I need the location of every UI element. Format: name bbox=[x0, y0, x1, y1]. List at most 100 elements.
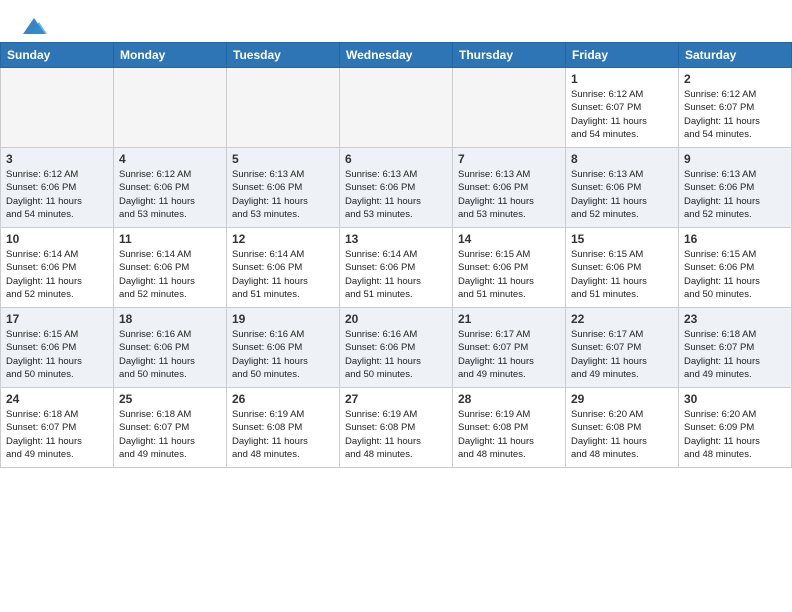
day-info: Sunrise: 6:19 AM Sunset: 6:08 PM Dayligh… bbox=[232, 408, 334, 461]
col-sunday: Sunday bbox=[1, 43, 114, 68]
table-row: 11Sunrise: 6:14 AM Sunset: 6:06 PM Dayli… bbox=[114, 228, 227, 308]
day-number: 15 bbox=[571, 232, 673, 246]
day-info: Sunrise: 6:13 AM Sunset: 6:06 PM Dayligh… bbox=[345, 168, 447, 221]
day-number: 24 bbox=[6, 392, 108, 406]
table-row: 13Sunrise: 6:14 AM Sunset: 6:06 PM Dayli… bbox=[340, 228, 453, 308]
table-row: 19Sunrise: 6:16 AM Sunset: 6:06 PM Dayli… bbox=[227, 308, 340, 388]
day-info: Sunrise: 6:15 AM Sunset: 6:06 PM Dayligh… bbox=[458, 248, 560, 301]
day-info: Sunrise: 6:19 AM Sunset: 6:08 PM Dayligh… bbox=[458, 408, 560, 461]
table-row: 30 Sunrise: 6:20 AM Sunset: 6:09 PM Dayli… bbox=[679, 388, 792, 468]
table-row bbox=[340, 68, 453, 148]
table-row: 21 Sunrise: 6:17 AM Sunset: 6:07 PM Dayli… bbox=[453, 308, 566, 388]
table-row bbox=[453, 68, 566, 148]
col-saturday: Saturday bbox=[679, 43, 792, 68]
day-number: 6 bbox=[345, 152, 447, 166]
day-number: 12 bbox=[232, 232, 334, 246]
day-info: Sunrise: 6:12 AM Sunset: 6:06 PM Dayligh… bbox=[119, 168, 221, 221]
day-info: Sunrise: 6:14 AM Sunset: 6:06 PM Dayligh… bbox=[6, 248, 108, 301]
day-info: Sunrise: 6:14 AM Sunset: 6:06 PM Dayligh… bbox=[345, 248, 447, 301]
table-row: 12 Sunrise: 6:14 AM Sunset: 6:06 PM Dayli… bbox=[227, 228, 340, 308]
day-info: Sunrise: 6:20 AM Sunset: 6:08 PM Dayligh… bbox=[571, 408, 673, 461]
day-number: 19 bbox=[232, 312, 334, 326]
calendar-week-row: 3Sunrise: 6:12 AM Sunset: 6:06 PM Daylig… bbox=[1, 148, 792, 228]
day-info: Sunrise: 6:12 AM Sunset: 6:07 PM Dayligh… bbox=[571, 88, 673, 141]
day-number: 27 bbox=[345, 392, 447, 406]
day-number: 21 bbox=[458, 312, 560, 326]
col-thursday: Thursday bbox=[453, 43, 566, 68]
table-row bbox=[227, 68, 340, 148]
day-number: 14 bbox=[458, 232, 560, 246]
table-row: 25Sunrise: 6:18 AM Sunset: 6:07 PM Dayli… bbox=[114, 388, 227, 468]
calendar-table: Sunday Monday Tuesday Wednesday Thursday… bbox=[0, 42, 792, 468]
col-wednesday: Wednesday bbox=[340, 43, 453, 68]
table-row: 27 Sunrise: 6:19 AM Sunset: 6:08 PM Dayli… bbox=[340, 388, 453, 468]
day-number: 17 bbox=[6, 312, 108, 326]
table-row: 10Sunrise: 6:14 AM Sunset: 6:06 PM Dayli… bbox=[1, 228, 114, 308]
logo-icon bbox=[21, 16, 47, 38]
day-info: Sunrise: 6:20 AM Sunset: 6:09 PM Dayligh… bbox=[684, 408, 786, 461]
day-info: Sunrise: 6:14 AM Sunset: 6:06 PM Dayligh… bbox=[232, 248, 334, 301]
table-row: 20 Sunrise: 6:16 AM Sunset: 6:06 PM Dayli… bbox=[340, 308, 453, 388]
col-monday: Monday bbox=[114, 43, 227, 68]
day-info: Sunrise: 6:16 AM Sunset: 6:06 PM Dayligh… bbox=[119, 328, 221, 381]
day-info: Sunrise: 6:15 AM Sunset: 6:06 PM Dayligh… bbox=[684, 248, 786, 301]
table-row: 17 Sunrise: 6:15 AM Sunset: 6:06 PM Dayli… bbox=[1, 308, 114, 388]
table-row: 26 Sunrise: 6:19 AM Sunset: 6:08 PM Dayli… bbox=[227, 388, 340, 468]
calendar-week-row: 24 Sunrise: 6:18 AM Sunset: 6:07 PM Dayli… bbox=[1, 388, 792, 468]
day-info: Sunrise: 6:12 AM Sunset: 6:07 PM Dayligh… bbox=[684, 88, 786, 141]
page: Sunday Monday Tuesday Wednesday Thursday… bbox=[0, 0, 792, 612]
day-info: Sunrise: 6:17 AM Sunset: 6:07 PM Dayligh… bbox=[571, 328, 673, 381]
day-number: 4 bbox=[119, 152, 221, 166]
table-row: 1 Sunrise: 6:12 AM Sunset: 6:07 PM Daylig… bbox=[566, 68, 679, 148]
day-info: Sunrise: 6:12 AM Sunset: 6:06 PM Dayligh… bbox=[6, 168, 108, 221]
day-info: Sunrise: 6:13 AM Sunset: 6:06 PM Dayligh… bbox=[232, 168, 334, 221]
table-row: 6 Sunrise: 6:13 AM Sunset: 6:06 PM Daylig… bbox=[340, 148, 453, 228]
table-row: 7Sunrise: 6:13 AM Sunset: 6:06 PM Daylig… bbox=[453, 148, 566, 228]
day-info: Sunrise: 6:17 AM Sunset: 6:07 PM Dayligh… bbox=[458, 328, 560, 381]
calendar-week-row: 1 Sunrise: 6:12 AM Sunset: 6:07 PM Daylig… bbox=[1, 68, 792, 148]
table-row: 2Sunrise: 6:12 AM Sunset: 6:07 PM Daylig… bbox=[679, 68, 792, 148]
table-row: 18 Sunrise: 6:16 AM Sunset: 6:06 PM Dayli… bbox=[114, 308, 227, 388]
day-number: 26 bbox=[232, 392, 334, 406]
day-number: 30 bbox=[684, 392, 786, 406]
day-number: 8 bbox=[571, 152, 673, 166]
day-number: 11 bbox=[119, 232, 221, 246]
table-row: 28Sunrise: 6:19 AM Sunset: 6:08 PM Dayli… bbox=[453, 388, 566, 468]
day-info: Sunrise: 6:13 AM Sunset: 6:06 PM Dayligh… bbox=[571, 168, 673, 221]
col-friday: Friday bbox=[566, 43, 679, 68]
day-number: 18 bbox=[119, 312, 221, 326]
day-number: 9 bbox=[684, 152, 786, 166]
day-info: Sunrise: 6:18 AM Sunset: 6:07 PM Dayligh… bbox=[6, 408, 108, 461]
table-row: 23 Sunrise: 6:18 AM Sunset: 6:07 PM Dayli… bbox=[679, 308, 792, 388]
day-info: Sunrise: 6:19 AM Sunset: 6:08 PM Dayligh… bbox=[345, 408, 447, 461]
day-number: 22 bbox=[571, 312, 673, 326]
day-number: 23 bbox=[684, 312, 786, 326]
table-row: 29 Sunrise: 6:20 AM Sunset: 6:08 PM Dayli… bbox=[566, 388, 679, 468]
day-info: Sunrise: 6:18 AM Sunset: 6:07 PM Dayligh… bbox=[684, 328, 786, 381]
day-number: 20 bbox=[345, 312, 447, 326]
day-info: Sunrise: 6:13 AM Sunset: 6:06 PM Dayligh… bbox=[684, 168, 786, 221]
calendar-week-row: 10Sunrise: 6:14 AM Sunset: 6:06 PM Dayli… bbox=[1, 228, 792, 308]
day-info: Sunrise: 6:15 AM Sunset: 6:06 PM Dayligh… bbox=[571, 248, 673, 301]
calendar-week-row: 17 Sunrise: 6:15 AM Sunset: 6:06 PM Dayli… bbox=[1, 308, 792, 388]
table-row: 5 Sunrise: 6:13 AM Sunset: 6:06 PM Daylig… bbox=[227, 148, 340, 228]
day-number: 7 bbox=[458, 152, 560, 166]
day-info: Sunrise: 6:15 AM Sunset: 6:06 PM Dayligh… bbox=[6, 328, 108, 381]
table-row bbox=[114, 68, 227, 148]
table-row: 9 Sunrise: 6:13 AM Sunset: 6:06 PM Daylig… bbox=[679, 148, 792, 228]
table-row bbox=[1, 68, 114, 148]
day-number: 1 bbox=[571, 72, 673, 86]
day-number: 29 bbox=[571, 392, 673, 406]
col-tuesday: Tuesday bbox=[227, 43, 340, 68]
header bbox=[0, 0, 792, 42]
day-number: 16 bbox=[684, 232, 786, 246]
calendar-header-row: Sunday Monday Tuesday Wednesday Thursday… bbox=[1, 43, 792, 68]
day-number: 5 bbox=[232, 152, 334, 166]
day-number: 25 bbox=[119, 392, 221, 406]
table-row: 16 Sunrise: 6:15 AM Sunset: 6:06 PM Dayli… bbox=[679, 228, 792, 308]
table-row: 15 Sunrise: 6:15 AM Sunset: 6:06 PM Dayli… bbox=[566, 228, 679, 308]
table-row: 24 Sunrise: 6:18 AM Sunset: 6:07 PM Dayli… bbox=[1, 388, 114, 468]
table-row: 4 Sunrise: 6:12 AM Sunset: 6:06 PM Daylig… bbox=[114, 148, 227, 228]
day-info: Sunrise: 6:16 AM Sunset: 6:06 PM Dayligh… bbox=[345, 328, 447, 381]
logo bbox=[20, 16, 48, 34]
